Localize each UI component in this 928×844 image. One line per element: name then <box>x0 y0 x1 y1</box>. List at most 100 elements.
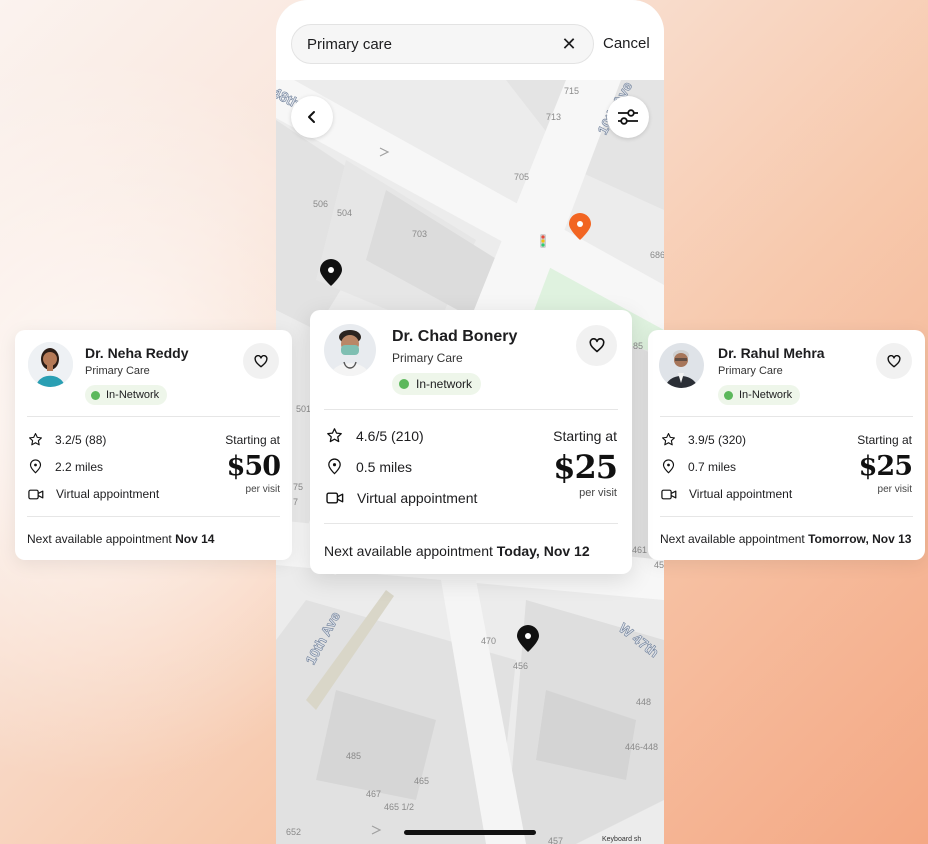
filter-button[interactable] <box>607 96 649 138</box>
divider <box>324 409 618 410</box>
divider <box>660 516 913 517</box>
rating-text: 4.6/5 (210) <box>356 427 424 444</box>
distance-text: 0.7 miles <box>688 459 737 474</box>
distance-text: 0.5 miles <box>356 458 413 475</box>
building-number: 467 <box>366 789 382 799</box>
distance-row: 0.7 miles <box>661 459 736 474</box>
doctor-specialty: Primary Care <box>392 351 463 365</box>
network-label: In-Network <box>106 389 160 401</box>
close-icon[interactable]: ✕ <box>559 34 579 54</box>
doctor-name[interactable]: Dr. Rahul Mehra <box>718 345 825 361</box>
building-number: 448 <box>636 697 652 707</box>
next-appointment[interactable]: Next available appointment Nov 14 <box>27 532 214 546</box>
next-appointment-date: Nov 14 <box>175 532 215 546</box>
back-button[interactable] <box>291 96 333 138</box>
rating-text: 3.9/5 (320) <box>688 432 747 447</box>
visit-type-row: Virtual appointment <box>326 490 477 506</box>
selected-map-pin-icon[interactable] <box>568 213 592 241</box>
star-icon <box>327 428 342 443</box>
rating-row: 3.9/5 (320) <box>661 432 746 447</box>
price: $25 <box>553 448 618 486</box>
building-number: 713 <box>546 112 562 122</box>
star-icon <box>29 433 42 446</box>
per-visit-label: per visit <box>245 484 280 495</box>
location-icon <box>29 459 42 474</box>
building-number: 465 <box>414 776 430 786</box>
visit-type-text: Virtual appointment <box>689 487 793 501</box>
next-appointment-date: Today, Nov 12 <box>496 543 590 559</box>
rating-text: 3.2/5 (88) <box>55 432 107 447</box>
price: $25 <box>858 451 913 482</box>
building-number: 652 <box>286 827 302 837</box>
search-input[interactable]: Primary care ✕ <box>291 24 594 64</box>
price: $50 <box>226 451 281 482</box>
starting-label: Starting at <box>857 433 912 447</box>
avatar <box>659 343 704 388</box>
sliders-icon <box>618 109 638 125</box>
visit-type-text: Virtual appointment <box>56 487 160 501</box>
visit-type-row: Virtual appointment <box>661 487 792 501</box>
network-badge: In-Network <box>85 385 168 405</box>
favorite-button[interactable] <box>576 325 617 366</box>
cancel-button[interactable]: Cancel <box>603 35 650 52</box>
doctor-name[interactable]: Dr. Neha Reddy <box>85 345 188 361</box>
per-visit-label: per visit <box>877 484 912 495</box>
doctor-specialty: Primary Care <box>718 365 783 377</box>
star-icon <box>662 433 675 446</box>
doctor-card[interactable]: Dr. Neha Reddy Primary Care In-Network 3… <box>15 330 292 560</box>
next-appointment-label: Next available appointment <box>324 543 493 559</box>
network-badge: In-network <box>392 373 482 395</box>
building-number: 501 <box>296 404 312 414</box>
search-header: Primary care ✕ Cancel <box>276 0 664 80</box>
starting-label: Starting at <box>225 433 280 447</box>
building-number: 504 <box>337 208 353 218</box>
rating-row: 3.2/5 (88) <box>28 432 106 447</box>
favorite-button[interactable] <box>876 343 912 379</box>
avatar <box>324 324 376 376</box>
building-number: 715 <box>564 86 580 96</box>
keyboard-shortcuts-link[interactable]: Keyboard sh <box>602 836 641 843</box>
building-number: 456 <box>513 661 529 671</box>
location-icon <box>662 459 675 474</box>
pill-icon <box>91 390 100 400</box>
next-appointment-label: Next available appointment <box>660 532 805 546</box>
building-number: 703 <box>412 229 428 239</box>
building-number: 45 <box>654 560 664 570</box>
building-number: 85 <box>633 341 644 351</box>
building-number: 686 <box>650 250 664 260</box>
building-number: 446-448 <box>625 742 659 752</box>
distance-row: 0.5 miles <box>326 458 412 475</box>
pill-icon <box>724 390 733 400</box>
favorite-button[interactable] <box>243 343 279 379</box>
network-label: In-Network <box>739 389 793 401</box>
pill-icon <box>399 379 409 389</box>
doctor-card-selected[interactable]: Dr. Chad Bonery Primary Care In-network … <box>310 310 632 574</box>
heart-icon <box>887 354 901 367</box>
per-visit-label: per visit <box>579 487 617 499</box>
map-pin-icon[interactable] <box>319 259 343 287</box>
heart-icon <box>589 338 604 353</box>
search-query[interactable]: Primary care <box>307 36 392 53</box>
map-pin-icon[interactable] <box>516 625 540 653</box>
visit-type-text: Virtual appointment <box>357 490 478 506</box>
video-icon <box>326 492 344 504</box>
doctor-name[interactable]: Dr. Chad Bonery <box>392 328 517 346</box>
building-number: 7 <box>293 497 299 507</box>
building-number: 461 <box>632 545 648 555</box>
next-appointment[interactable]: Next available appointment Tomorrow, Nov… <box>660 532 911 546</box>
heart-icon <box>254 354 268 367</box>
distance-row: 2.2 miles <box>28 459 103 474</box>
network-label: In-network <box>416 377 473 391</box>
chevron-left-icon <box>308 111 315 123</box>
doctor-card[interactable]: Dr. Rahul Mehra Primary Care In-Network … <box>648 330 925 560</box>
building-number: 485 <box>346 751 362 761</box>
building-number: 75 <box>293 482 304 492</box>
next-appointment[interactable]: Next available appointment Today, Nov 12 <box>324 543 590 559</box>
building-number: 705 <box>514 172 530 182</box>
location-icon <box>328 458 341 475</box>
building-number: 506 <box>313 199 329 209</box>
video-icon <box>661 489 677 499</box>
starting-label: Starting at <box>553 428 617 444</box>
building-number: 470 <box>481 636 497 646</box>
building-number: 457 <box>548 836 564 844</box>
